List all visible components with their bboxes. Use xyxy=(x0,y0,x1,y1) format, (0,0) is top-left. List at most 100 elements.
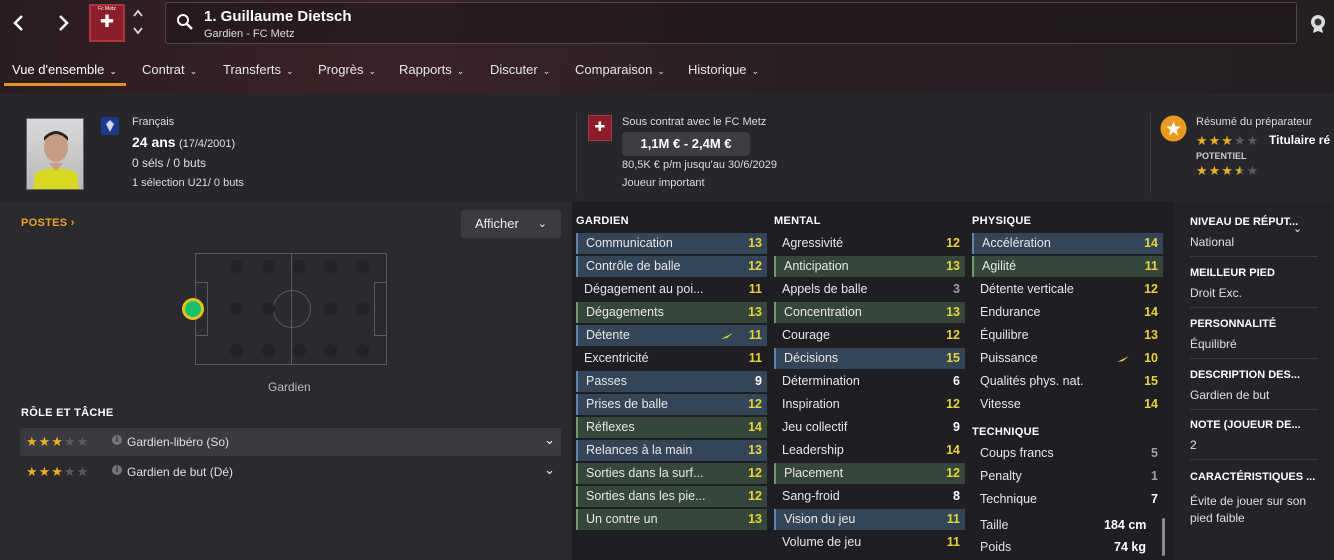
info-icon[interactable]: i xyxy=(112,465,122,475)
attribute-row[interactable]: Vision du jeu 11 xyxy=(774,509,965,530)
personality-value: Équilibré xyxy=(1190,337,1237,351)
attribute-row[interactable]: Détente verticale 12 xyxy=(972,279,1163,300)
tab-overview[interactable]: Vue d'ensemble ⌄ xyxy=(12,62,117,77)
tab-contract[interactable]: Contrat ⌄ xyxy=(142,62,197,77)
attribute-row[interactable]: Détente 11 xyxy=(576,325,767,346)
attribute-row[interactable]: Anticipation 13 xyxy=(774,256,965,277)
chevron-down-icon[interactable]: ⌄ xyxy=(544,432,555,448)
attribute-value: 15 xyxy=(946,351,960,365)
chevron-down-icon[interactable]: ⌄ xyxy=(1293,222,1302,235)
attribute-row[interactable]: Équilibre 13 xyxy=(972,325,1163,346)
divider xyxy=(1190,256,1318,257)
attribute-row[interactable]: Relances à la main 13 xyxy=(576,440,767,461)
attribute-row[interactable]: Communication 13 xyxy=(576,233,767,254)
current-ability-stars: ★★★★★ xyxy=(1196,133,1260,148)
attribute-row[interactable]: Prises de balle 12 xyxy=(576,394,767,415)
rating-value: 2 xyxy=(1190,438,1197,452)
height-label: Taille xyxy=(980,518,1009,532)
tab-transfers[interactable]: Transferts ⌄ xyxy=(223,62,294,77)
attribute-row[interactable]: Coups francs 5 xyxy=(972,443,1163,464)
chevron-down-icon: ⌄ xyxy=(537,218,547,230)
attribute-row[interactable]: Penalty 1 xyxy=(972,466,1163,487)
attribute-name: Placement xyxy=(784,466,844,480)
player-search-box[interactable]: 1. Guillaume Dietsch Gardien - FC Metz xyxy=(165,2,1297,44)
attribute-row[interactable]: Contrôle de balle 12 xyxy=(576,256,767,277)
attribute-row[interactable]: Passes 9 xyxy=(576,371,767,392)
attribute-name: Concentration xyxy=(784,305,862,319)
position-dot xyxy=(324,344,337,357)
position-dot xyxy=(293,260,306,273)
role-name: Gardien de but (Dé) xyxy=(127,465,234,479)
attribute-value: 11 xyxy=(748,351,762,365)
attribute-row[interactable]: Jeu collectif 9 xyxy=(774,417,965,438)
attribute-row[interactable]: Puissance 10 xyxy=(972,348,1163,369)
attribute-row[interactable]: Accélération 14 xyxy=(972,233,1163,254)
weight-label: Poids xyxy=(980,540,1012,554)
forward-button[interactable] xyxy=(50,10,76,36)
attribute-row[interactable]: Volume de jeu 11 xyxy=(774,532,965,553)
tab-comparison[interactable]: Comparaison ⌄ xyxy=(575,62,665,77)
tab-discuss[interactable]: Discuter ⌄ xyxy=(490,62,550,77)
attribute-row[interactable]: Dégagement au poi... 11 xyxy=(576,279,767,300)
player-switcher[interactable] xyxy=(131,6,145,41)
squad-status: Joueur important xyxy=(622,177,705,189)
attribute-row[interactable]: Détermination 6 xyxy=(774,371,965,392)
attribute-row[interactable]: Excentricité 11 xyxy=(576,348,767,369)
attribute-row[interactable]: Leadership 14 xyxy=(774,440,965,461)
attribute-row[interactable]: Placement 12 xyxy=(774,463,965,484)
attribute-row[interactable]: Sang-froid 8 xyxy=(774,486,965,507)
attribute-row[interactable]: Inspiration 12 xyxy=(774,394,965,415)
attribute-row[interactable]: Sorties dans la surf... 12 xyxy=(576,463,767,484)
attribute-name: Équilibre xyxy=(980,328,1029,342)
info-icon[interactable]: i xyxy=(112,435,122,445)
role-row[interactable]: ★★★★★ i Gardien de but (Dé) ⌄ xyxy=(20,458,561,486)
attribute-row[interactable]: Vitesse 14 xyxy=(972,394,1163,415)
goalkeeper-position-marker[interactable] xyxy=(182,298,204,320)
attribute-row[interactable]: Réflexes 14 xyxy=(576,417,767,438)
attribute-row[interactable]: Concentration 13 xyxy=(774,302,965,323)
attribute-name: Sang-froid xyxy=(782,489,840,503)
attribute-row[interactable]: Un contre un 13 xyxy=(576,509,767,530)
divider xyxy=(1190,358,1318,359)
attribute-value: 9 xyxy=(755,374,762,388)
nationality: Français xyxy=(132,116,175,128)
potential-label: POTENTIEL xyxy=(1196,151,1247,161)
attribute-name: Un contre un xyxy=(586,512,658,526)
role-row[interactable]: ★★★★★ i Gardien-libéro (So) ⌄ xyxy=(20,428,561,456)
attribute-row[interactable]: Endurance 14 xyxy=(972,302,1163,323)
attribute-value: 3 xyxy=(953,282,960,296)
search-icon[interactable] xyxy=(176,13,194,31)
attribute-row[interactable]: Technique 7 xyxy=(972,489,1163,510)
attribute-row[interactable]: Qualités phys. nat. 15 xyxy=(972,371,1163,392)
back-button[interactable] xyxy=(6,10,32,36)
right-box xyxy=(374,282,386,336)
position-dot xyxy=(262,302,275,315)
attribute-row[interactable]: Appels de balle 3 xyxy=(774,279,965,300)
age-line: 24 ans (17/4/2001) xyxy=(132,134,236,150)
positions-link[interactable]: POSTES › xyxy=(21,217,75,229)
scrollbar-thumb[interactable] xyxy=(1162,518,1165,556)
chevron-down-icon[interactable]: ⌄ xyxy=(544,462,555,478)
attribute-value: 13 xyxy=(748,512,762,526)
attribute-name: Vitesse xyxy=(980,397,1021,411)
attribute-name: Détermination xyxy=(782,374,860,388)
tab-reports[interactable]: Rapports ⌄ xyxy=(399,62,464,77)
attribute-row[interactable]: Agressivité 12 xyxy=(774,233,965,254)
attribute-value: 12 xyxy=(748,489,762,503)
attribute-name: Dégagements xyxy=(586,305,664,319)
tab-progress[interactable]: Progrès ⌄ xyxy=(318,62,376,77)
position-dot xyxy=(356,302,369,315)
attribute-row[interactable]: Courage 12 xyxy=(774,325,965,346)
attribute-row[interactable]: Décisions 15 xyxy=(774,348,965,369)
attribute-name: Vision du jeu xyxy=(784,512,856,526)
tab-history[interactable]: Historique ⌄ xyxy=(688,62,759,77)
attribute-name: Sorties dans la surf... xyxy=(586,466,704,480)
reputation-badge-icon[interactable] xyxy=(1307,12,1329,34)
attribute-row[interactable]: Dégagements 13 xyxy=(576,302,767,323)
attribute-row[interactable]: Agilité 11 xyxy=(972,256,1163,277)
value-range[interactable]: 1,1M € - 2,4M € xyxy=(622,132,750,156)
attribute-name: Qualités phys. nat. xyxy=(980,374,1084,388)
club-crest-icon[interactable]: Fc Metz ✚ xyxy=(89,4,125,42)
attribute-row[interactable]: Sorties dans les pie... 12 xyxy=(576,486,767,507)
show-dropdown[interactable]: Afficher ⌄ xyxy=(461,210,561,238)
